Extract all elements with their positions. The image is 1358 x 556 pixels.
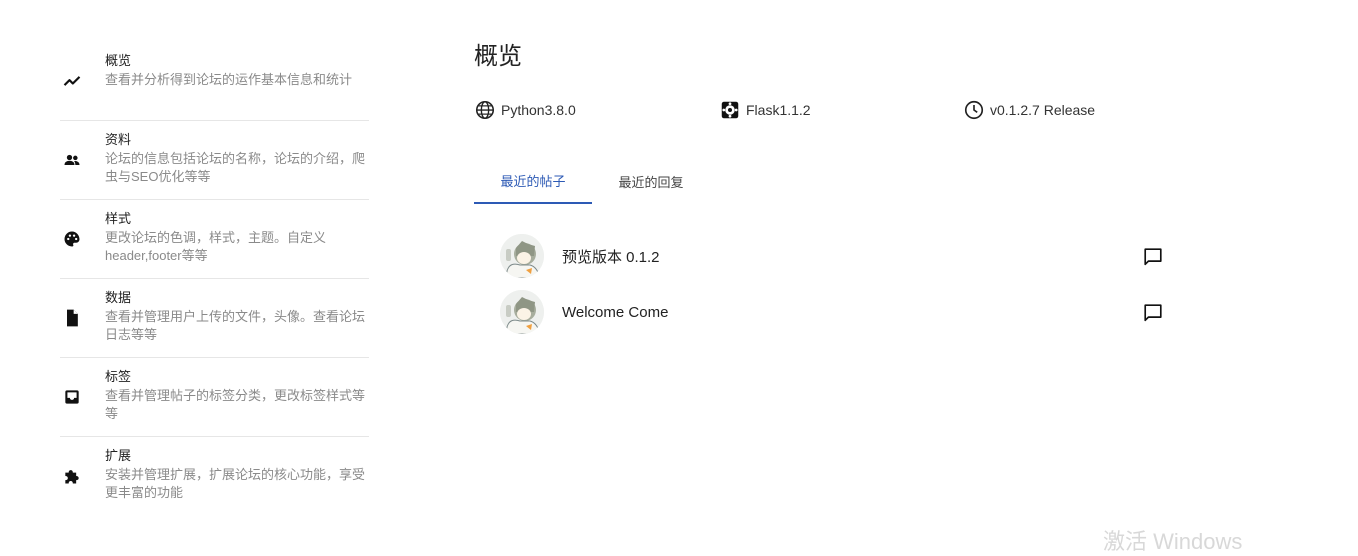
sidebar-item-desc: 查看并管理帖子的标签分类，更改标签样式等等 <box>105 388 366 421</box>
comment-icon[interactable] <box>1142 246 1164 268</box>
sidebar-item-desc: 论坛的信息包括论坛的名称，论坛的介绍，爬虫与SEO优化等等 <box>105 151 366 184</box>
clock-icon <box>964 100 984 120</box>
trending-up-icon <box>38 52 105 110</box>
version-label: Flask1.1.2 <box>746 102 811 118</box>
post-list: 预览版本 0.1.2 Welcome Come <box>500 228 1180 340</box>
list-item[interactable]: 预览版本 0.1.2 <box>500 228 1180 284</box>
flask-icon <box>721 101 739 119</box>
sidebar-item-desc: 更改论坛的色调，样式，主题。自定义header,footer等等 <box>105 230 327 263</box>
activation-watermark: 激活 Windows <box>1103 529 1243 554</box>
sidebar-item-data[interactable]: 数据 查看并管理用户上传的文件，头像。查看论坛日志等等 <box>60 279 369 358</box>
post-title[interactable]: Welcome Come <box>562 304 668 321</box>
sidebar-item-style[interactable]: 样式 更改论坛的色调，样式，主题。自定义header,footer等等 <box>60 200 369 279</box>
tab-recent-posts[interactable]: 最近的帖子 <box>474 158 592 204</box>
sidebar-item-desc: 查看并分析得到论坛的运作基本信息和统计 <box>105 72 353 87</box>
sidebar-item-desc: 安装并管理扩展，扩展论坛的核心功能，享受更丰富的功能 <box>105 467 366 500</box>
sidebar-item-title: 样式 <box>105 211 132 226</box>
version-label: v0.1.2.7 Release <box>990 102 1096 118</box>
extension-icon <box>38 447 105 505</box>
sidebar-item-extensions[interactable]: 扩展 安装并管理扩展，扩展论坛的核心功能，享受更丰富的功能 <box>60 437 369 516</box>
avatar[interactable] <box>500 290 544 334</box>
file-icon <box>38 289 105 347</box>
tab-recent-replies[interactable]: 最近的回复 <box>592 158 710 204</box>
sidebar-item-title: 资料 <box>105 132 132 147</box>
sidebar-item-overview[interactable]: 概览 查看并分析得到论坛的运作基本信息和统计 <box>60 42 369 121</box>
inbox-icon <box>38 368 105 426</box>
sidebar-item-title: 扩展 <box>105 448 132 463</box>
settings-sidebar: 概览 查看并分析得到论坛的运作基本信息和统计 资料 论坛的信息包括论坛的名称，论… <box>60 42 369 516</box>
version-flask: Flask1.1.2 <box>719 99 811 121</box>
sidebar-item-profile[interactable]: 资料 论坛的信息包括论坛的名称，论坛的介绍，爬虫与SEO优化等等 <box>60 121 369 200</box>
version-python: Python3.8.0 <box>474 99 576 121</box>
sidebar-item-title: 标签 <box>105 369 132 384</box>
version-release: v0.1.2.7 Release <box>963 99 1095 121</box>
sidebar-item-title: 概览 <box>105 53 132 68</box>
comment-icon[interactable] <box>1142 302 1164 324</box>
sidebar-item-tags[interactable]: 标签 查看并管理帖子的标签分类，更改标签样式等等 <box>60 358 369 437</box>
list-item[interactable]: Welcome Come <box>500 284 1180 340</box>
version-info: Python3.8.0 Flask1.1.2 v0.1.2.7 Release <box>474 99 1174 123</box>
palette-icon <box>38 210 105 268</box>
globe-icon <box>475 100 495 120</box>
post-tabs: 最近的帖子 最近的回复 <box>474 158 710 204</box>
page-title: 概览 <box>474 43 522 70</box>
sidebar-item-title: 数据 <box>105 290 132 305</box>
avatar[interactable] <box>500 234 544 278</box>
people-icon <box>38 131 105 189</box>
sidebar-item-desc: 查看并管理用户上传的文件，头像。查看论坛日志等等 <box>105 309 366 342</box>
post-title[interactable]: 预览版本 0.1.2 <box>562 246 660 267</box>
version-label: Python3.8.0 <box>501 102 576 118</box>
